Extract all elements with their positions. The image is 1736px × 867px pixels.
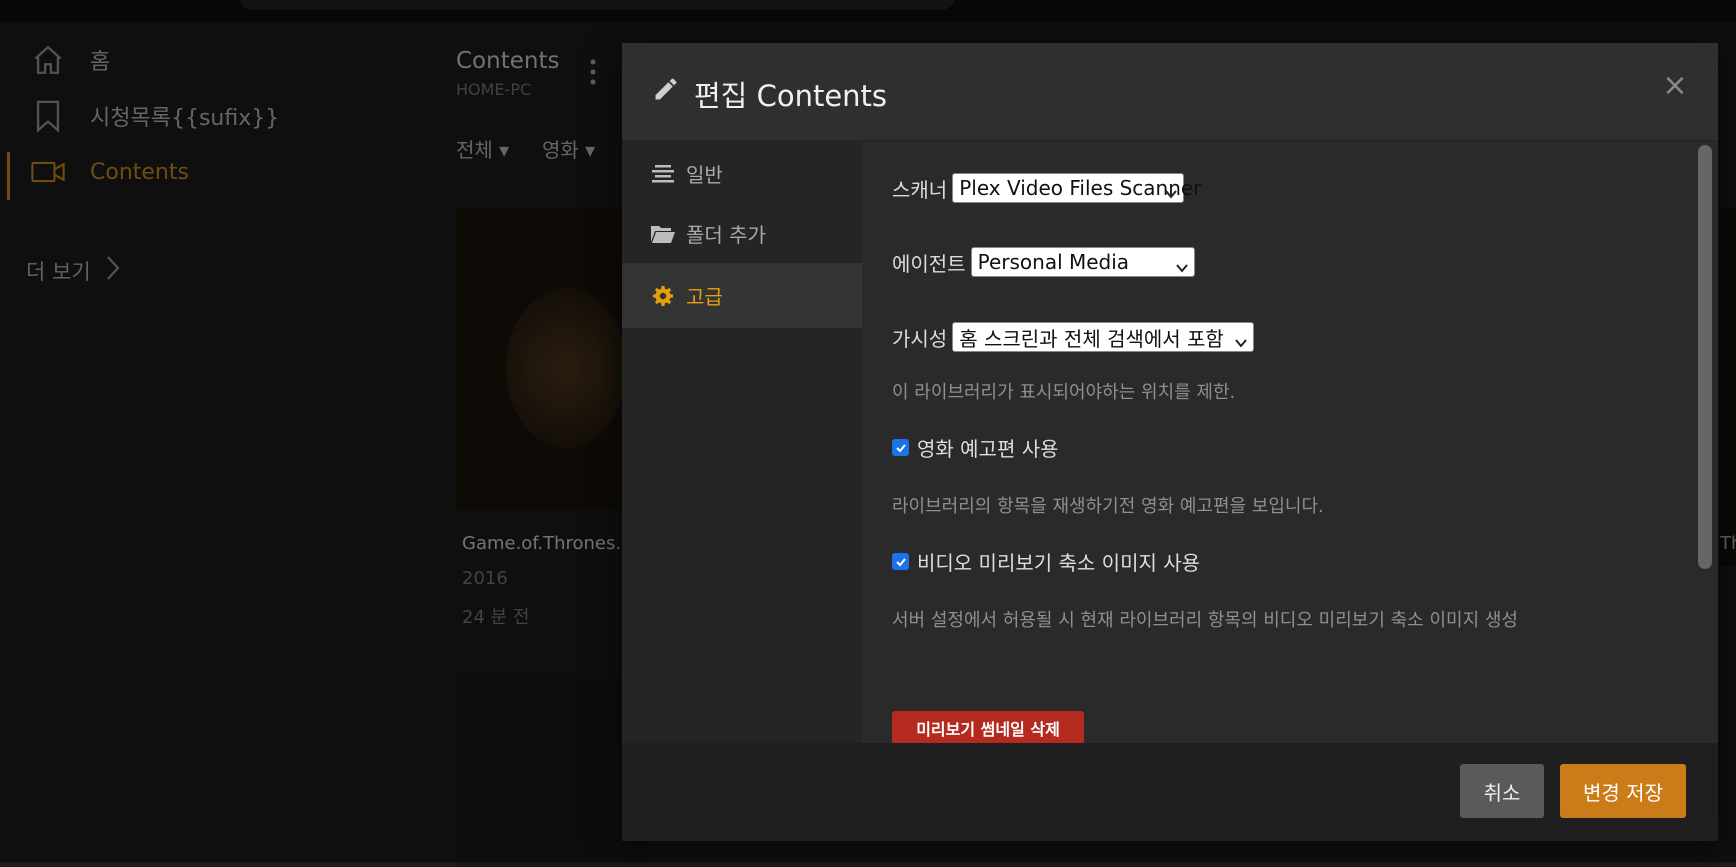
advanced-settings-panel: 스캐너 Plex Video Files Scanner 에이전트 Person… [862, 141, 1718, 743]
dialog-footer [622, 743, 1718, 841]
scanner-label: 스캐너 [892, 177, 948, 202]
thumbnails-checkbox-row[interactable]: 비디오 미리보기 축소 이미지 사용 [892, 547, 1200, 576]
scanner-row: 스캐너 Plex Video Files Scanner [892, 173, 1201, 203]
thumbnails-checkbox[interactable] [892, 553, 909, 570]
pencil-icon [652, 75, 680, 103]
visibility-value: 홈 스크린과 전체 검색에서 포함 [959, 326, 1224, 351]
align-center-icon [650, 161, 676, 187]
dialog-tabs: 일반 폴더 추가 고급 [622, 141, 862, 743]
close-icon[interactable]: × [1660, 71, 1690, 101]
agent-label: 에이전트 [892, 251, 966, 276]
trailers-label: 영화 예고편 사용 [917, 437, 1059, 461]
thumbnails-label: 비디오 미리보기 축소 이미지 사용 [917, 551, 1201, 575]
dialog-title: 편집 Contents [694, 79, 888, 113]
delete-thumbnails-button[interactable]: 미리보기 썸네일 삭제 [892, 711, 1084, 743]
save-changes-button[interactable]: 변경 저장 [1560, 764, 1686, 818]
edit-library-dialog: 편집 Contents × 일반 폴더 추가 고급 스캐너 Plex Video… [622, 43, 1718, 841]
trailers-checkbox-row[interactable]: 영화 예고편 사용 [892, 433, 1059, 462]
visibility-select[interactable]: 홈 스크린과 전체 검색에서 포함 [952, 322, 1255, 352]
dialog-header: 편집 Contents × [622, 43, 1718, 141]
agent-value: Personal Media [977, 250, 1130, 274]
tab-add-folder[interactable]: 폴더 추가 [622, 201, 862, 266]
scrollbar-thumb[interactable] [1698, 145, 1712, 569]
gear-icon [650, 283, 676, 309]
tab-label: 폴더 추가 [686, 223, 766, 247]
chevron-down-icon [1175, 255, 1188, 273]
scanner-select[interactable]: Plex Video Files Scanner [952, 173, 1201, 203]
folder-open-icon [650, 221, 676, 247]
thumbnails-help: 서버 설정에서 허용될 시 현재 라이브러리 항목의 비디오 미리보기 축소 이… [892, 610, 1518, 631]
agent-select[interactable]: Personal Media [970, 247, 1195, 277]
agent-row: 에이전트 Personal Media [892, 247, 1195, 277]
trailers-checkbox[interactable] [892, 439, 909, 456]
trailers-help: 라이브러리의 항목을 재생하기전 영화 예고편을 보입니다. [892, 496, 1324, 517]
cancel-button[interactable]: 취소 [1460, 764, 1544, 818]
visibility-row: 가시성 홈 스크린과 전체 검색에서 포함 [892, 322, 1255, 352]
tab-label: 고급 [686, 285, 723, 309]
visibility-label: 가시성 [892, 326, 948, 351]
chevron-down-icon [1165, 181, 1177, 199]
tab-advanced[interactable]: 고급 [622, 263, 862, 328]
tab-label: 일반 [686, 163, 723, 187]
visibility-help: 이 라이브러리가 표시되어야하는 위치를 제한. [892, 382, 1236, 403]
chevron-down-icon [1235, 330, 1247, 348]
tab-general[interactable]: 일반 [622, 141, 862, 206]
